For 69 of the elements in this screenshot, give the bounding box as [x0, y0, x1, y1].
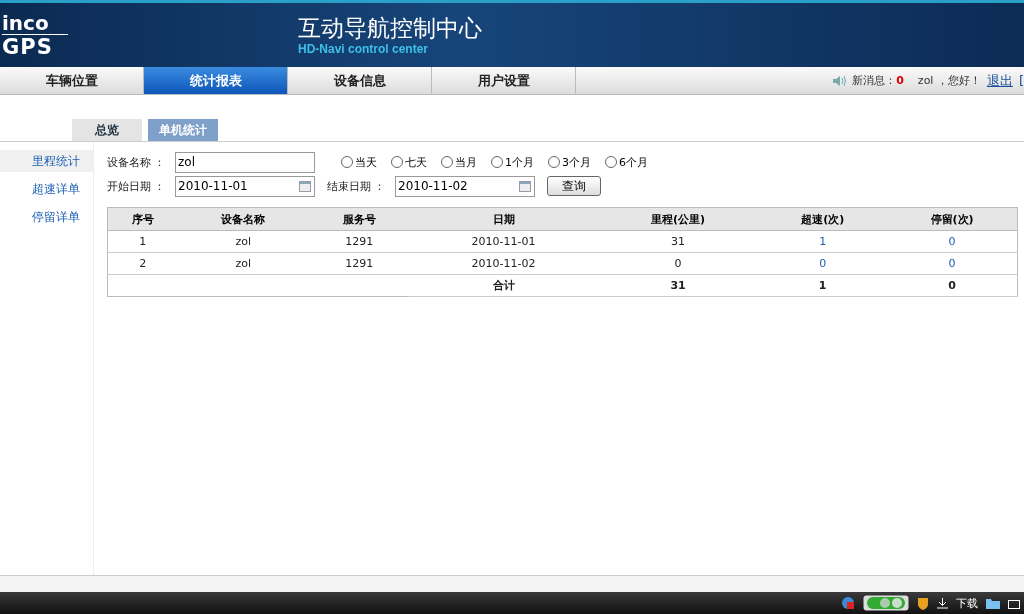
column-header: 超速(次)	[758, 207, 888, 231]
table-cell: 2	[107, 252, 178, 275]
column-header: 停留(次)	[887, 207, 1018, 231]
radio-label: 1个月	[505, 154, 534, 170]
radio-label: 当天	[355, 154, 377, 170]
toggle-icon	[863, 595, 909, 611]
radio-label: 6个月	[619, 154, 648, 170]
radio-button[interactable]	[605, 156, 617, 168]
logo-text: GPS	[2, 34, 54, 59]
column-header: 日期	[409, 207, 598, 231]
column-header: 里程(公里)	[597, 207, 759, 231]
side-menu-item[interactable]: 停留详单	[0, 206, 93, 228]
shield-icon	[917, 596, 929, 610]
messages-label: 新消息：0	[852, 73, 904, 88]
column-header: 服务号	[309, 207, 410, 231]
nav-tab[interactable]: 统计报表	[144, 67, 288, 94]
table-cell: 0	[597, 252, 759, 275]
table-cell: 0	[887, 274, 1018, 297]
side-menu-item[interactable]: 里程统计	[0, 150, 93, 172]
field-label: 结束日期 ：	[327, 178, 387, 194]
folder-icon	[986, 597, 1000, 609]
radio-button[interactable]	[548, 156, 560, 168]
radio-label: 七天	[405, 154, 427, 170]
table-cell: zol	[177, 252, 310, 275]
radio-button[interactable]	[391, 156, 403, 168]
start-date-field[interactable]: 2010-11-01	[175, 175, 315, 197]
calendar-icon[interactable]	[299, 180, 311, 192]
total-label: 合计	[409, 274, 598, 297]
table-cell: 1	[107, 230, 178, 253]
table-cell: 1	[758, 274, 888, 297]
table-cell: 2010-11-02	[409, 252, 598, 275]
download-icon	[937, 597, 948, 609]
nav-tab[interactable]: 用户设置	[432, 67, 576, 94]
side-menu-item[interactable]: 超速详单	[0, 178, 93, 200]
app-subtitle: HD-Navi control center	[298, 42, 430, 56]
end-date-field[interactable]: 2010-11-02	[395, 175, 535, 197]
radio-button[interactable]	[491, 156, 503, 168]
app-title: 互动导航控制中心	[298, 14, 482, 42]
column-header: 设备名称	[177, 207, 310, 231]
radio-label: 当月	[455, 154, 477, 170]
calendar-icon[interactable]	[519, 180, 531, 192]
count-link[interactable]: 0	[887, 252, 1018, 275]
count-link[interactable]: 1	[758, 230, 888, 253]
greeting-text: zol ，您好！	[917, 73, 981, 88]
count-link[interactable]: 0	[758, 252, 888, 275]
query-button[interactable]: 查询	[547, 176, 601, 196]
radio-label: 3个月	[562, 154, 591, 170]
field-label: 设备名称 ：	[107, 154, 167, 170]
table-cell: 31	[597, 274, 759, 297]
globe-icon	[841, 596, 855, 610]
column-header: 序号	[107, 207, 178, 231]
radio-button[interactable]	[341, 156, 353, 168]
download-label[interactable]: 下载	[956, 595, 978, 611]
table-cell: 1291	[309, 252, 410, 275]
logo-text: inco	[2, 11, 68, 35]
table-cell: 1291	[309, 230, 410, 253]
window-icon	[1008, 597, 1020, 609]
table-cell: 31	[597, 230, 759, 253]
table-cell: zol	[177, 230, 310, 253]
device-name-field[interactable]: zol	[175, 151, 315, 173]
table-cell: 2010-11-01	[409, 230, 598, 253]
speaker-icon	[832, 74, 847, 87]
radio-button[interactable]	[441, 156, 453, 168]
count-link[interactable]: 0	[887, 230, 1018, 253]
header-link[interactable]: [	[1018, 73, 1024, 88]
logout-link[interactable]: 退出	[986, 71, 1013, 90]
sub-tab[interactable]: 总览	[72, 119, 142, 141]
field-label: 开始日期 ：	[107, 178, 167, 194]
nav-tab[interactable]: 设备信息	[288, 67, 432, 94]
